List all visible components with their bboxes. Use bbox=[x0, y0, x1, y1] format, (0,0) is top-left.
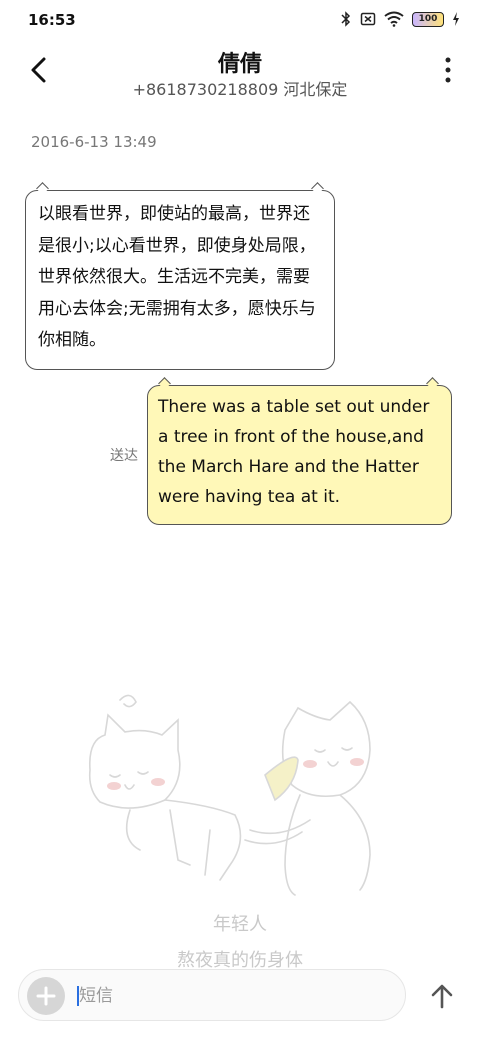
message-input[interactable] bbox=[79, 982, 379, 1010]
plus-icon bbox=[36, 986, 56, 1006]
bluetooth-icon bbox=[341, 11, 351, 27]
wifi-icon bbox=[384, 11, 404, 27]
sim-off-icon bbox=[360, 12, 376, 26]
status-time: 16:53 bbox=[28, 11, 76, 29]
add-attachment-button[interactable] bbox=[27, 977, 65, 1015]
status-bar: 16:53 100 bbox=[0, 0, 480, 40]
incoming-message-bubble[interactable]: 以眼看世界，即使站的最高，世界还是很小;以心看世界，即使身处局限，世界依然很大。… bbox=[25, 190, 335, 370]
battery-level: 100 bbox=[418, 13, 438, 24]
message-composer bbox=[18, 969, 406, 1021]
outgoing-message-text: There was a table set out under a tree i… bbox=[158, 397, 430, 507]
more-options-icon[interactable] bbox=[444, 56, 452, 84]
status-icons: 100 bbox=[340, 11, 460, 27]
conversation-header: 倩倩 +8618730218809 河北保定 bbox=[0, 40, 480, 110]
message-timestamp: 2016-6-13 13:49 bbox=[31, 133, 157, 151]
delivery-status: 送达 bbox=[110, 448, 138, 464]
cats-illustration bbox=[88, 694, 371, 896]
contact-phone-location: +8618730218809 河北保定 bbox=[132, 80, 348, 99]
charging-icon bbox=[453, 12, 459, 26]
background-tagline-1: 年轻人 bbox=[213, 914, 267, 935]
contact-name: 倩倩 bbox=[217, 52, 262, 77]
send-arrow-icon[interactable] bbox=[427, 981, 457, 1011]
incoming-message-text: 以眼看世界，即使站的最高，世界还是很小;以心看世界，即使身处局限，世界依然很大。… bbox=[38, 204, 316, 350]
outgoing-message-bubble[interactable]: There was a table set out under a tree i… bbox=[147, 385, 452, 525]
battery-icon: 100 bbox=[412, 11, 444, 27]
